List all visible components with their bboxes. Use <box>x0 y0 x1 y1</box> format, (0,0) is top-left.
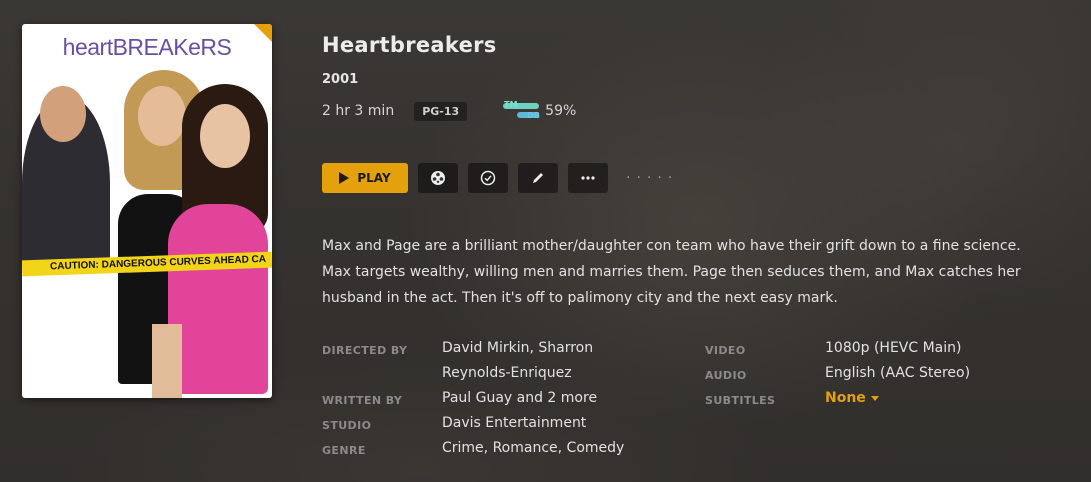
check-circle-icon <box>480 170 496 186</box>
directed-by-label: DIRECTED BY <box>322 344 408 357</box>
poster-figure-blonde-face <box>138 86 186 146</box>
content-rating-badge: PG-13 <box>414 101 468 121</box>
video-label: VIDEO <box>705 344 746 357</box>
tmdb-icon: TM DB <box>503 100 541 120</box>
mark-watched-button[interactable] <box>468 163 508 193</box>
poster-figure-pink-dress <box>168 204 268 394</box>
movie-meta-row: 2 hr 3 min PG-13 TM DB 59% <box>322 100 577 121</box>
poster-title-art: heartBREAKeRS <box>62 34 232 60</box>
edit-button[interactable] <box>518 163 558 193</box>
action-bar: PLAY ····· <box>322 163 678 193</box>
movie-summary: Max and Page are a brilliant mother/daug… <box>322 238 1021 306</box>
movie-year: 2001 <box>322 72 359 87</box>
more-button[interactable] <box>568 163 608 193</box>
written-by-label: WRITTEN BY <box>322 394 403 407</box>
tmdb-rating: TM DB 59% <box>503 100 577 120</box>
studio-value[interactable]: Davis Entertainment <box>442 415 586 431</box>
movie-title: Heartbreakers <box>322 33 497 57</box>
directed-by-value-line2[interactable]: Reynolds-Enriquez <box>442 365 572 381</box>
video-value: 1080p (HEVC Main) <box>825 340 962 356</box>
tmdb-icon-db: DB <box>527 111 540 120</box>
studio-label: STUDIO <box>322 419 372 432</box>
tmdb-score: 59% <box>545 103 577 119</box>
poster-corner-badge <box>254 24 272 42</box>
genre-label: GENRE <box>322 444 366 457</box>
pencil-icon <box>533 173 543 183</box>
audio-value[interactable]: English (AAC Stereo) <box>825 365 970 381</box>
film-reel-icon <box>431 171 445 185</box>
directed-by-value-line1[interactable]: David Mirkin, Sharron <box>442 340 593 356</box>
play-button[interactable]: PLAY <box>322 163 408 193</box>
play-icon <box>339 172 350 184</box>
subtitles-label: SUBTITLES <box>705 394 776 407</box>
poster-figure-legs <box>152 324 182 398</box>
movie-details-panel: Heartbreakers 2001 2 hr 3 min PG-13 TM D… <box>322 0 1091 482</box>
play-button-label: PLAY <box>357 171 391 185</box>
genre-value[interactable]: Crime, Romance, Comedy <box>442 440 624 456</box>
subtitles-value: None <box>825 390 866 406</box>
audio-label: AUDIO <box>705 369 747 382</box>
poster-figure-man-face <box>40 86 86 142</box>
trailer-button[interactable] <box>418 163 458 193</box>
more-icon <box>581 176 595 180</box>
written-by-value[interactable]: Paul Guay and 2 more <box>442 390 597 406</box>
subtitles-dropdown[interactable]: None <box>825 390 879 406</box>
movie-poster[interactable]: CAUTION: DANGEROUS CURVES AHEAD CA heart… <box>22 24 272 398</box>
loading-dots: ····· <box>626 170 679 186</box>
poster-figure-brunette-face <box>200 104 250 168</box>
chevron-down-icon <box>870 395 879 401</box>
movie-duration: 2 hr 3 min <box>322 103 395 119</box>
tmdb-icon-tm: TM <box>504 100 518 109</box>
